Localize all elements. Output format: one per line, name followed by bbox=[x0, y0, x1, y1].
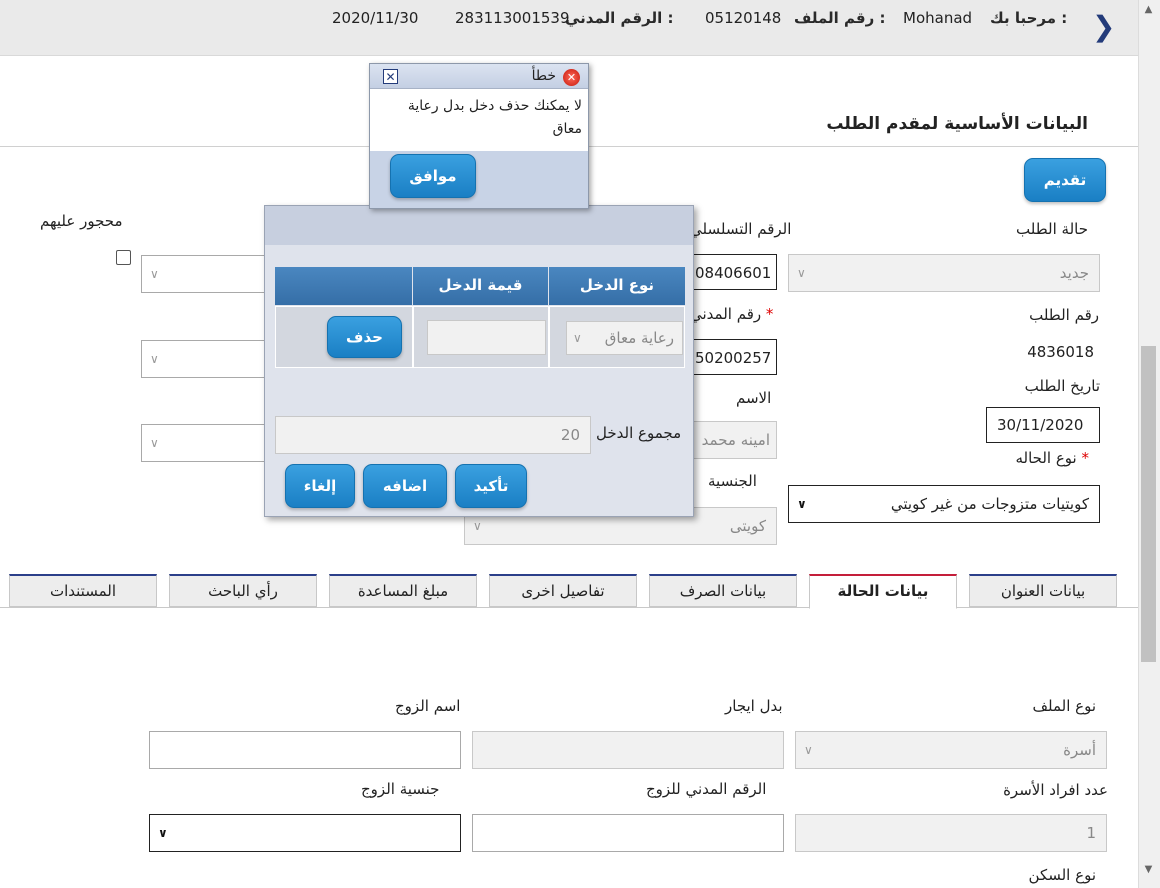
col-income-value: قيمة الدخل bbox=[413, 267, 548, 305]
serial-number-input[interactable]: 08406601 bbox=[688, 254, 777, 290]
housing-type-label: نوع السكن bbox=[1028, 866, 1096, 884]
husband-name-input[interactable] bbox=[149, 731, 461, 769]
family-count-label: عدد افراد الأسرة bbox=[1003, 781, 1108, 799]
request-number-label: رقم الطلب bbox=[1029, 306, 1099, 324]
chevron-down-icon: ∨ bbox=[150, 267, 159, 281]
chevron-down-icon: ∨ bbox=[158, 826, 168, 840]
user-name: Mohanad bbox=[903, 9, 973, 27]
header-date: 2020/11/30 bbox=[332, 9, 419, 27]
error-message: لا يمكنك حذف دخل بدل رعاية معاق bbox=[407, 98, 582, 137]
civil-number-input[interactable]: 50200257 bbox=[688, 339, 777, 375]
chevron-down-icon: ∨ bbox=[804, 743, 813, 757]
rent-allowance-input[interactable] bbox=[472, 731, 784, 769]
col-income-type: نوع الدخل bbox=[549, 267, 685, 305]
cancel-button[interactable]: إلغاء bbox=[285, 464, 355, 508]
name-input[interactable]: امينه محمد bbox=[688, 421, 777, 459]
scroll-down-icon[interactable]: ▼ bbox=[1141, 862, 1156, 877]
row-income-type-select[interactable]: رعاية معاق ∨ bbox=[566, 321, 683, 355]
husband-nationality-select[interactable]: ∨ bbox=[149, 814, 461, 852]
restricted-checkbox[interactable] bbox=[116, 250, 131, 265]
case-type-value: كويتيات متزوجات من غير كويتي bbox=[890, 495, 1089, 513]
serial-number-label: الرقم التسلسلي bbox=[690, 220, 792, 238]
nationality-value: كويتى bbox=[729, 517, 766, 535]
income-dialog: نوع الدخل قيمة الدخل رعاية معاق ∨ حذف مج… bbox=[264, 205, 694, 517]
back-arrow-icon[interactable]: ❯ bbox=[1092, 12, 1115, 42]
husband-name-label: اسم الزوج bbox=[395, 697, 461, 715]
chevron-down-icon: ∨ bbox=[150, 436, 159, 450]
section-title: البيانات الأساسية لمقدم الطلب bbox=[826, 114, 1088, 134]
file-number-value: 05120148 bbox=[705, 9, 782, 27]
tab-aid-amount[interactable]: مبلغ المساعدة bbox=[329, 574, 477, 607]
husband-nationality-label: جنسية الزوج bbox=[361, 780, 440, 798]
name-label: الاسم bbox=[736, 389, 772, 407]
husband-civil-label: الرقم المدني للزوج bbox=[646, 780, 767, 798]
chevron-down-icon: ∨ bbox=[150, 352, 159, 366]
left-select-1[interactable]: ∨ bbox=[141, 255, 265, 293]
request-number-value: 4836018 bbox=[1027, 343, 1094, 361]
file-type-value: أسرة bbox=[1063, 741, 1096, 759]
request-status-value: جديد bbox=[1059, 264, 1089, 282]
civil-id-value: 283113001539 bbox=[455, 9, 570, 27]
scroll-up-icon[interactable]: ▲ bbox=[1141, 2, 1156, 17]
left-select-3[interactable]: ∨ bbox=[141, 424, 265, 462]
file-type-label: نوع الملف bbox=[1032, 697, 1096, 715]
scroll-thumb[interactable] bbox=[1141, 346, 1156, 662]
add-button[interactable]: اضافه bbox=[363, 464, 447, 508]
chevron-down-icon: ∨ bbox=[797, 497, 807, 511]
total-income-label: مجموع الدخل bbox=[596, 424, 682, 442]
husband-civil-input[interactable] bbox=[472, 814, 784, 852]
error-dialog-title: خطأ bbox=[531, 68, 556, 84]
civil-id-label: الرقم المدني : bbox=[565, 9, 674, 27]
confirm-button[interactable]: تأكيد bbox=[455, 464, 527, 508]
row-income-value-input[interactable] bbox=[427, 320, 546, 355]
tab-payment[interactable]: بيانات الصرف bbox=[649, 574, 797, 607]
request-status-select[interactable]: جديد ∨ bbox=[788, 254, 1100, 292]
tab-other-details[interactable]: تفاصيل اخرى bbox=[489, 574, 637, 607]
case-type-select[interactable]: كويتيات متزوجات من غير كويتي ∨ bbox=[788, 485, 1100, 523]
request-date-input[interactable]: 30/11/2020 bbox=[986, 407, 1100, 443]
rent-allowance-label: بدل ايجار bbox=[725, 697, 783, 715]
request-status-label: حالة الطلب bbox=[1016, 220, 1088, 238]
ok-button[interactable]: موافق bbox=[390, 154, 476, 198]
nationality-label: الجنسية bbox=[708, 472, 757, 490]
total-income-input[interactable]: 20 bbox=[275, 416, 591, 454]
civil-number-label-text: رقم المدني bbox=[690, 305, 762, 323]
delete-button[interactable]: حذف bbox=[327, 316, 402, 358]
income-dialog-header bbox=[265, 206, 693, 245]
tabs-divider bbox=[0, 607, 1138, 608]
close-icon[interactable]: ✕ bbox=[383, 69, 398, 84]
chevron-down-icon: ∨ bbox=[797, 266, 806, 280]
left-select-2[interactable]: ∨ bbox=[141, 340, 265, 378]
error-icon: ✕ bbox=[563, 69, 580, 86]
error-dialog: ✕ ✕ خطأ لا يمكنك حذف دخل بدل رعاية معاق … bbox=[369, 63, 589, 209]
tab-researcher-opinion[interactable]: رأي الباحث bbox=[169, 574, 317, 607]
file-type-select[interactable]: أسرة ∨ bbox=[795, 731, 1107, 769]
case-type-label-text: نوع الحاله bbox=[1015, 449, 1077, 467]
family-count-input[interactable]: 1 bbox=[795, 814, 1107, 852]
welcome-label: مرحبا بك : bbox=[990, 9, 1068, 27]
case-type-label: * نوع الحاله bbox=[1015, 449, 1089, 467]
row-income-type-value: رعاية معاق bbox=[604, 329, 674, 347]
tab-address[interactable]: بيانات العنوان bbox=[969, 574, 1117, 607]
submit-button[interactable]: تقديم bbox=[1024, 158, 1106, 202]
file-number-label: رقم الملف : bbox=[794, 9, 886, 27]
tab-case-data[interactable]: بيانات الحالة bbox=[809, 574, 957, 609]
col-actions bbox=[275, 267, 412, 305]
tab-documents[interactable]: المستندات bbox=[9, 574, 157, 607]
civil-number-label: * رقم المدني bbox=[690, 305, 774, 323]
chevron-down-icon: ∨ bbox=[573, 331, 582, 345]
restricted-label: محجور عليهم bbox=[40, 212, 123, 230]
request-date-label: تاريخ الطلب bbox=[1024, 377, 1100, 395]
